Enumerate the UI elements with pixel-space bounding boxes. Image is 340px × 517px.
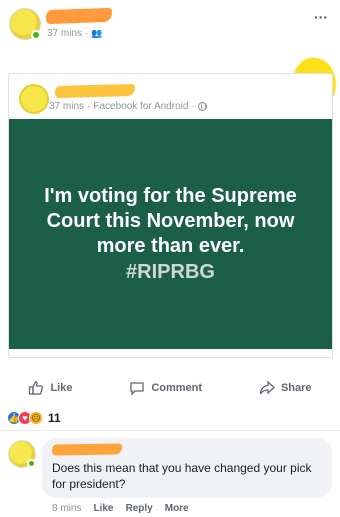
comment-button[interactable]: Comment [129, 380, 202, 396]
commenter-name-redacted[interactable] [51, 443, 123, 456]
shared-post-meta: 37 mins · Facebook for Android · [49, 101, 207, 112]
like-button[interactable]: Like [28, 380, 72, 396]
online-status-indicator [31, 30, 41, 40]
shared-author-name-redacted[interactable] [54, 83, 136, 99]
post-header: 37 mins · 👥 ··· [0, 0, 340, 60]
comment-text: Does this mean that you have changed you… [52, 461, 312, 491]
status-banner: I'm voting for the Supreme Court this No… [9, 119, 332, 349]
comment-like-button[interactable]: Like [93, 503, 113, 514]
more-options-button[interactable]: ··· [314, 10, 328, 24]
divider [0, 430, 340, 431]
post-meta: 37 mins · 👥 [47, 28, 103, 39]
shared-post-card[interactable]: 37 mins · Facebook for Android · I'm vot… [8, 73, 333, 358]
comment-actions: 8 mins Like Reply More [52, 503, 189, 514]
banner-message: I'm voting for the Supreme Court this No… [44, 184, 297, 257]
shared-timestamp[interactable]: 37 mins [49, 101, 84, 112]
comment-more-button[interactable]: More [165, 503, 189, 514]
post-actions-bar: Like Comment Share [0, 372, 340, 404]
post-timestamp[interactable]: 37 mins [47, 28, 82, 39]
comment-reply-button[interactable]: Reply [125, 503, 152, 514]
share-icon [259, 380, 275, 395]
online-status-indicator [27, 459, 36, 468]
globe-icon [197, 102, 207, 111]
comment-bubble[interactable]: Does this mean that you have changed you… [42, 438, 332, 498]
comment-timestamp[interactable]: 8 mins [52, 503, 81, 514]
author-name-redacted[interactable] [45, 7, 113, 25]
shared-author-avatar[interactable] [19, 84, 49, 114]
shared-source: Facebook for Android [93, 101, 189, 112]
friends-icon: 👥 [91, 28, 103, 38]
banner-text-block: I'm voting for the Supreme Court this No… [9, 184, 332, 285]
reaction-count: 11 [48, 411, 61, 425]
sad-reaction-icon: ☹ [29, 411, 43, 425]
thumbs-up-icon [29, 381, 44, 395]
banner-hashtag[interactable]: #RIPRBG [27, 259, 314, 285]
comment-icon [130, 382, 144, 396]
author-avatar[interactable] [9, 8, 41, 40]
commenter-avatar[interactable] [8, 440, 36, 468]
share-button[interactable]: Share [259, 380, 312, 396]
reactions-summary[interactable]: 👍 ♥ ☹ 11 [7, 409, 61, 427]
